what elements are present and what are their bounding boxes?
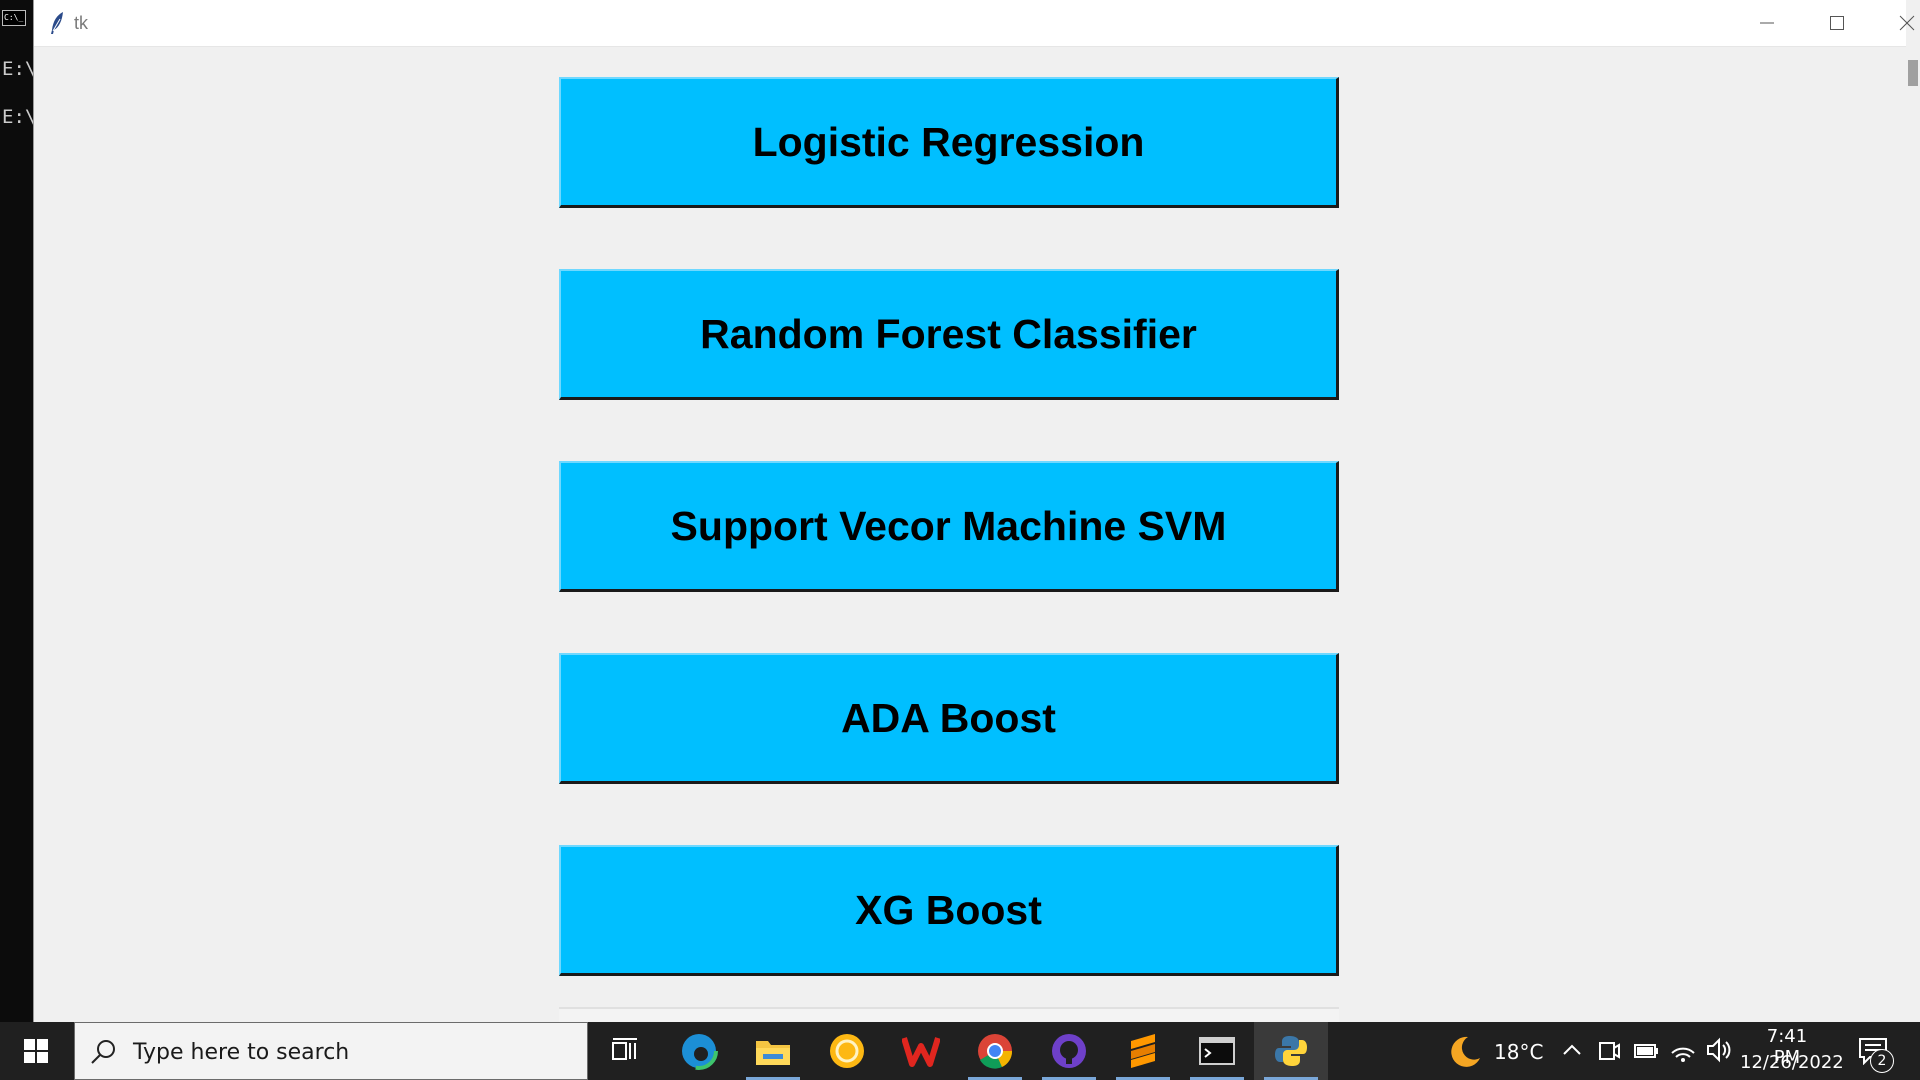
search-placeholder: Type here to search <box>133 1040 350 1065</box>
close-icon <box>1899 15 1915 31</box>
minimize-icon <box>1760 22 1774 24</box>
console-scrollbar[interactable] <box>1906 0 1920 1022</box>
python-icon <box>1275 1036 1307 1066</box>
wps-office-taskbar-button[interactable] <box>884 1022 958 1080</box>
edge-taskbar-button[interactable] <box>662 1022 736 1080</box>
notification-count-badge[interactable]: 2 <box>1870 1049 1894 1073</box>
github-desktop-taskbar-button[interactable] <box>1032 1022 1106 1080</box>
start-button[interactable] <box>0 1022 72 1080</box>
taskbar-search-box[interactable]: Type here to search <box>74 1022 588 1080</box>
wps-office-icon <box>902 1037 940 1067</box>
tk-window: tk Logistic Regression Random Forest Cla… <box>33 0 1915 1022</box>
command-prompt-taskbar-button[interactable] <box>1180 1022 1254 1080</box>
meet-now-icon[interactable] <box>1598 1039 1620 1063</box>
chevron-up-icon[interactable] <box>1562 1043 1582 1057</box>
logistic-regression-button[interactable]: Logistic Regression <box>559 77 1339 208</box>
github-icon <box>1052 1034 1086 1068</box>
norton-taskbar-button[interactable] <box>810 1022 884 1080</box>
console-scrollbar-thumb[interactable] <box>1908 60 1918 86</box>
task-view-icon <box>612 1038 637 1060</box>
random-forest-button[interactable]: Random Forest Classifier <box>559 269 1339 400</box>
title-bar[interactable]: tk <box>34 0 1915 47</box>
volume-icon[interactable] <box>1706 1037 1732 1063</box>
sublime-text-taskbar-button[interactable] <box>1106 1022 1180 1080</box>
window-title: tk <box>74 13 89 33</box>
maximize-button[interactable] <box>1802 0 1872 46</box>
close-button[interactable] <box>1872 0 1920 46</box>
xg-boost-button[interactable]: XG Boost <box>559 845 1339 976</box>
console-line: E:\ <box>2 58 37 80</box>
console-icon: C:\_ <box>2 10 26 26</box>
ada-boost-button[interactable]: ADA Boost <box>559 653 1339 784</box>
partial-button[interactable] <box>559 1007 1339 1022</box>
folder-icon <box>756 1041 790 1065</box>
search-icon <box>91 1040 115 1064</box>
sublime-text-icon <box>1131 1034 1155 1068</box>
chrome-icon <box>978 1034 1013 1069</box>
wifi-icon[interactable] <box>1670 1037 1696 1063</box>
python-taskbar-button[interactable] <box>1254 1022 1328 1080</box>
edge-icon <box>680 1032 718 1070</box>
moon-weather-icon[interactable] <box>1446 1034 1482 1068</box>
taskbar: Type here to search 18°C 7:41 PM 12/26/2… <box>0 1022 1920 1080</box>
terminal-icon <box>1199 1037 1235 1065</box>
battery-icon[interactable] <box>1634 1043 1660 1059</box>
tk-feather-icon <box>51 12 63 34</box>
chrome-taskbar-button[interactable] <box>958 1022 1032 1080</box>
minimize-button[interactable] <box>1732 0 1802 46</box>
file-explorer-taskbar-button[interactable] <box>736 1022 810 1080</box>
console-line: E:\ <box>2 106 37 128</box>
maximize-icon <box>1830 16 1844 30</box>
svm-button[interactable]: Support Vecor Machine SVM <box>559 461 1339 592</box>
weather-temperature[interactable]: 18°C <box>1494 1040 1543 1064</box>
norton-icon <box>830 1034 864 1068</box>
button-panel: Logistic Regression Random Forest Classi… <box>34 47 1906 1022</box>
task-view-button[interactable] <box>588 1022 662 1080</box>
windows-logo-icon <box>24 1039 48 1063</box>
clock-date[interactable]: 12/26/2022 <box>1740 1052 1844 1073</box>
